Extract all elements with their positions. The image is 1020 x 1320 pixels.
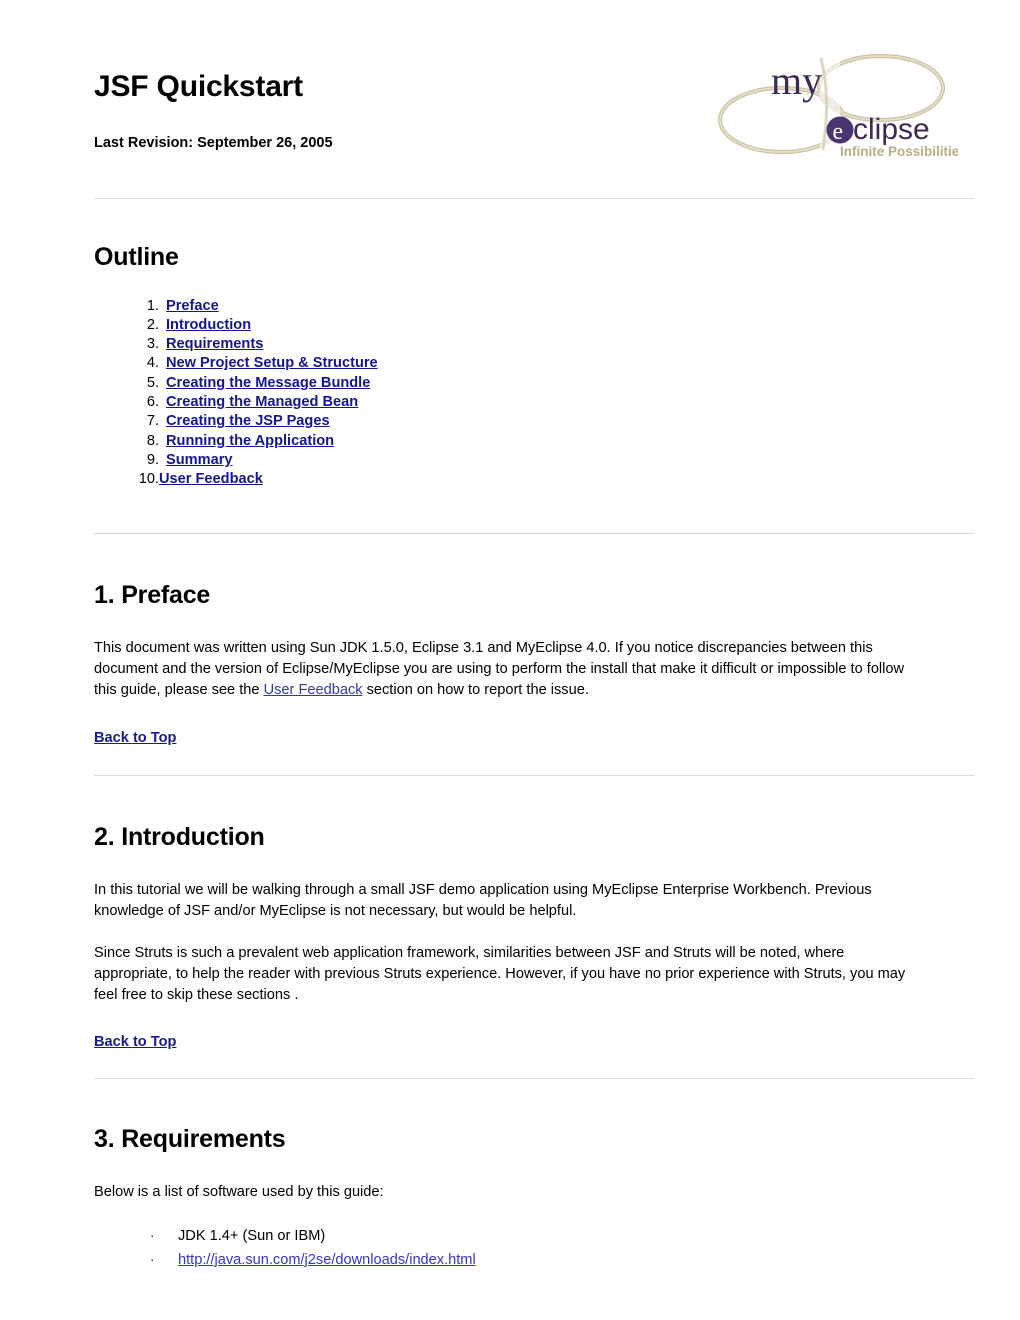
divider-after-header (94, 198, 974, 199)
outline-heading: Outline (94, 243, 179, 271)
sidebar-item-managed-bean[interactable]: Creating the Managed Bean (166, 393, 358, 412)
outline-item-number: 10. (138, 471, 159, 488)
list-item: 10. User Feedback (130, 470, 980, 489)
logo-word-eclipse: clipse (853, 113, 930, 146)
logo-word-my: my (771, 58, 822, 103)
divider-after-outline (94, 533, 974, 535)
outline-item-number: 6. (146, 393, 159, 410)
introduction-paragraph-1: In this tutorial we will be walking thro… (94, 882, 872, 920)
sidebar-item-preface[interactable]: Preface (166, 297, 219, 316)
sidebar-item-user-feedback[interactable]: User Feedback (159, 470, 263, 489)
list-item: 7. Creating the JSP Pages (130, 412, 980, 431)
bullet-icon: · (150, 1251, 155, 1267)
list-item: 8. Running the Application (130, 432, 980, 451)
list-item: 2. Introduction (130, 316, 980, 335)
list-item: · http://java.sun.com/j2se/downloads/ind… (150, 1248, 980, 1272)
outline-item-number: 1. (146, 297, 159, 314)
outline-item-number: 9. (146, 451, 159, 468)
outline-item-number: 8. (146, 432, 159, 449)
document-page: JSF Quickstart Last Revision: September … (0, 0, 1020, 1320)
document-header: JSF Quickstart Last Revision: September … (40, 0, 980, 159)
outline-item-number: 5. (146, 374, 159, 391)
logo-tagline: Infinite Possibilities (840, 144, 958, 159)
sidebar-item-message-bundle[interactable]: Creating the Message Bundle (166, 374, 370, 393)
divider-after-preface (94, 774, 974, 776)
jdk-download-link[interactable]: http://java.sun.com/j2se/downloads/index… (178, 1249, 476, 1272)
list-item: · JDK 1.4+ (Sun or IBM) (150, 1224, 980, 1248)
myeclipse-logo: my e clipse Infinite Possibilities (708, 42, 958, 164)
divider-after-introduction (94, 1078, 974, 1080)
back-to-top-link-introduction[interactable]: Back to Top (40, 1034, 176, 1050)
outline-item-number: 7. (146, 413, 159, 430)
introduction-paragraph-2: Since Struts is such a prevalent web app… (94, 945, 906, 1004)
requirements-list: · JDK 1.4+ (Sun or IBM) · http://java.su… (40, 1224, 980, 1272)
introduction-heading: 2. Introduction (94, 822, 265, 851)
outline-item-number: 3. (146, 336, 159, 353)
page-title: JSF Quickstart (94, 70, 303, 103)
sidebar-item-running-the-application[interactable]: Running the Application (166, 432, 334, 451)
requirement-label: JDK 1.4+ (Sun or IBM) (178, 1227, 326, 1244)
logo-e-glyph: e (833, 119, 844, 145)
requirements-intro: Below is a list of software used by this… (94, 1183, 384, 1200)
sidebar-item-new-project-setup[interactable]: New Project Setup & Structure (166, 354, 378, 373)
preface-heading: 1. Preface (94, 581, 211, 610)
myeclipse-logo-icon: my e clipse Infinite Possibilities (717, 53, 958, 159)
sidebar-item-requirements[interactable]: Requirements (166, 335, 263, 354)
sidebar-item-summary[interactable]: Summary (166, 451, 233, 470)
outline-item-number: 2. (146, 316, 159, 333)
back-to-top-link-preface[interactable]: Back to Top (40, 730, 176, 746)
bullet-icon: · (150, 1227, 155, 1243)
list-item: 6. Creating the Managed Bean (130, 393, 980, 412)
user-feedback-link[interactable]: User Feedback (264, 682, 363, 698)
sidebar-item-introduction[interactable]: Introduction (166, 316, 251, 335)
sidebar-item-jsp-pages[interactable]: Creating the JSP Pages (166, 412, 330, 431)
outline-item-number: 4. (146, 355, 159, 372)
preface-paragraph: This document was written using Sun JDK … (40, 638, 926, 701)
requirements-heading: 3. Requirements (94, 1125, 286, 1154)
last-revision-label: Last Revision: September 26, 2005 (94, 135, 333, 151)
outline-list: 1. Preface 2. Introduction 3. Requiremen… (40, 297, 980, 490)
preface-text-after-link: section on how to report the issue. (362, 681, 589, 698)
list-item: 1. Preface (130, 297, 980, 316)
list-item: 3. Requirements (130, 335, 980, 354)
list-item: 5. Creating the Message Bundle (130, 374, 980, 393)
list-item: 4. New Project Setup & Structure (130, 354, 980, 373)
list-item: 9. Summary (130, 451, 980, 470)
